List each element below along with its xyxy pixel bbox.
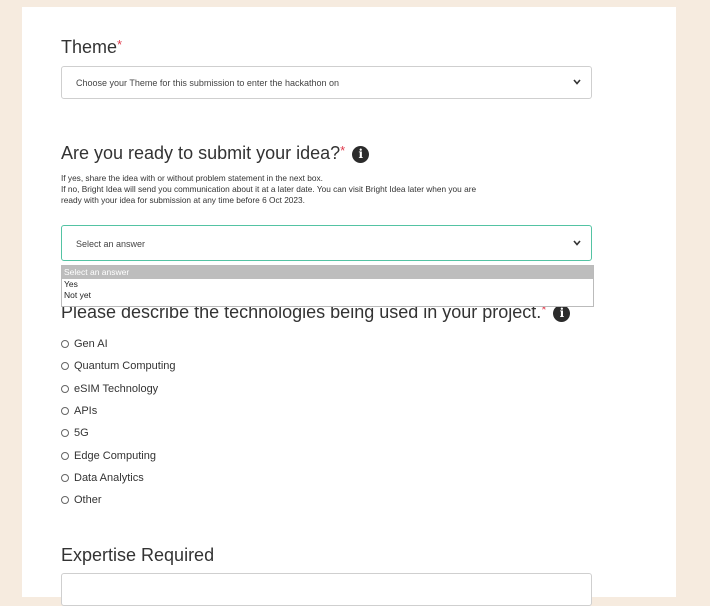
technologies-radio-group: Gen AI Quantum Computing eSIM Technology…	[61, 333, 176, 511]
theme-select[interactable]: Choose your Theme for this submission to…	[61, 66, 592, 99]
required-mark: *	[340, 143, 346, 158]
dropdown-option[interactable]: Select an answer	[62, 266, 593, 279]
help-line: If yes, share the idea with or without p…	[61, 173, 323, 183]
radio-label: Data Analytics	[74, 471, 144, 484]
radio-label: 5G	[74, 427, 89, 440]
theme-heading: Theme*	[61, 37, 122, 58]
ready-help-text: If yes, share the idea with or without p…	[61, 173, 621, 206]
radio-button[interactable]	[61, 362, 69, 371]
radio-button[interactable]	[61, 496, 69, 505]
ready-select-value: Select an answer	[76, 239, 146, 249]
radio-label: eSIM Technology	[74, 382, 159, 395]
radio-option[interactable]: APIs	[61, 400, 176, 422]
dropdown-option[interactable]: Yes	[62, 279, 593, 290]
expertise-title: Expertise Required	[61, 545, 215, 565]
ready-heading: Are you ready to submit your idea?* i	[61, 143, 370, 164]
chevron-down-icon	[573, 67, 581, 85]
chevron-down-icon	[573, 226, 581, 246]
theme-select-value: Choose your Theme for this submission to…	[76, 78, 339, 88]
radio-button[interactable]	[61, 451, 69, 460]
radio-option[interactable]: Quantum Computing	[61, 355, 176, 377]
radio-button[interactable]	[61, 407, 69, 416]
radio-option[interactable]: Edge Computing	[61, 444, 176, 466]
radio-option[interactable]: Other	[61, 489, 176, 511]
radio-button[interactable]	[61, 340, 69, 349]
radio-label: Quantum Computing	[74, 360, 176, 373]
info-icon[interactable]: i	[352, 145, 370, 163]
theme-title: Theme	[61, 37, 118, 57]
dropdown-option[interactable]: Not yet	[62, 290, 593, 301]
info-icon[interactable]: i	[553, 304, 571, 322]
help-line: ready with your idea for submission at a…	[61, 195, 305, 205]
ready-select[interactable]: Select an answer	[61, 225, 592, 261]
radio-label: Other	[74, 494, 102, 507]
ready-title: Are you ready to submit your idea?	[61, 143, 341, 163]
expertise-heading: Expertise Required	[61, 545, 214, 566]
help-line: If no, Bright Idea will send you communi…	[61, 184, 477, 194]
radio-label: Gen AI	[74, 338, 108, 351]
radio-label: APIs	[74, 405, 98, 418]
expertise-select[interactable]	[61, 573, 592, 606]
radio-option[interactable]: Gen AI	[61, 333, 176, 355]
radio-option[interactable]: Data Analytics	[61, 467, 176, 489]
radio-option[interactable]: 5G	[61, 422, 176, 444]
radio-option[interactable]: eSIM Technology	[61, 378, 176, 400]
ready-dropdown-list: Select an answer Yes Not yet	[61, 265, 594, 307]
radio-button[interactable]	[61, 384, 69, 393]
radio-button[interactable]	[61, 429, 69, 438]
required-mark: *	[117, 37, 123, 52]
radio-label: Edge Computing	[74, 449, 156, 462]
radio-button[interactable]	[61, 473, 69, 482]
